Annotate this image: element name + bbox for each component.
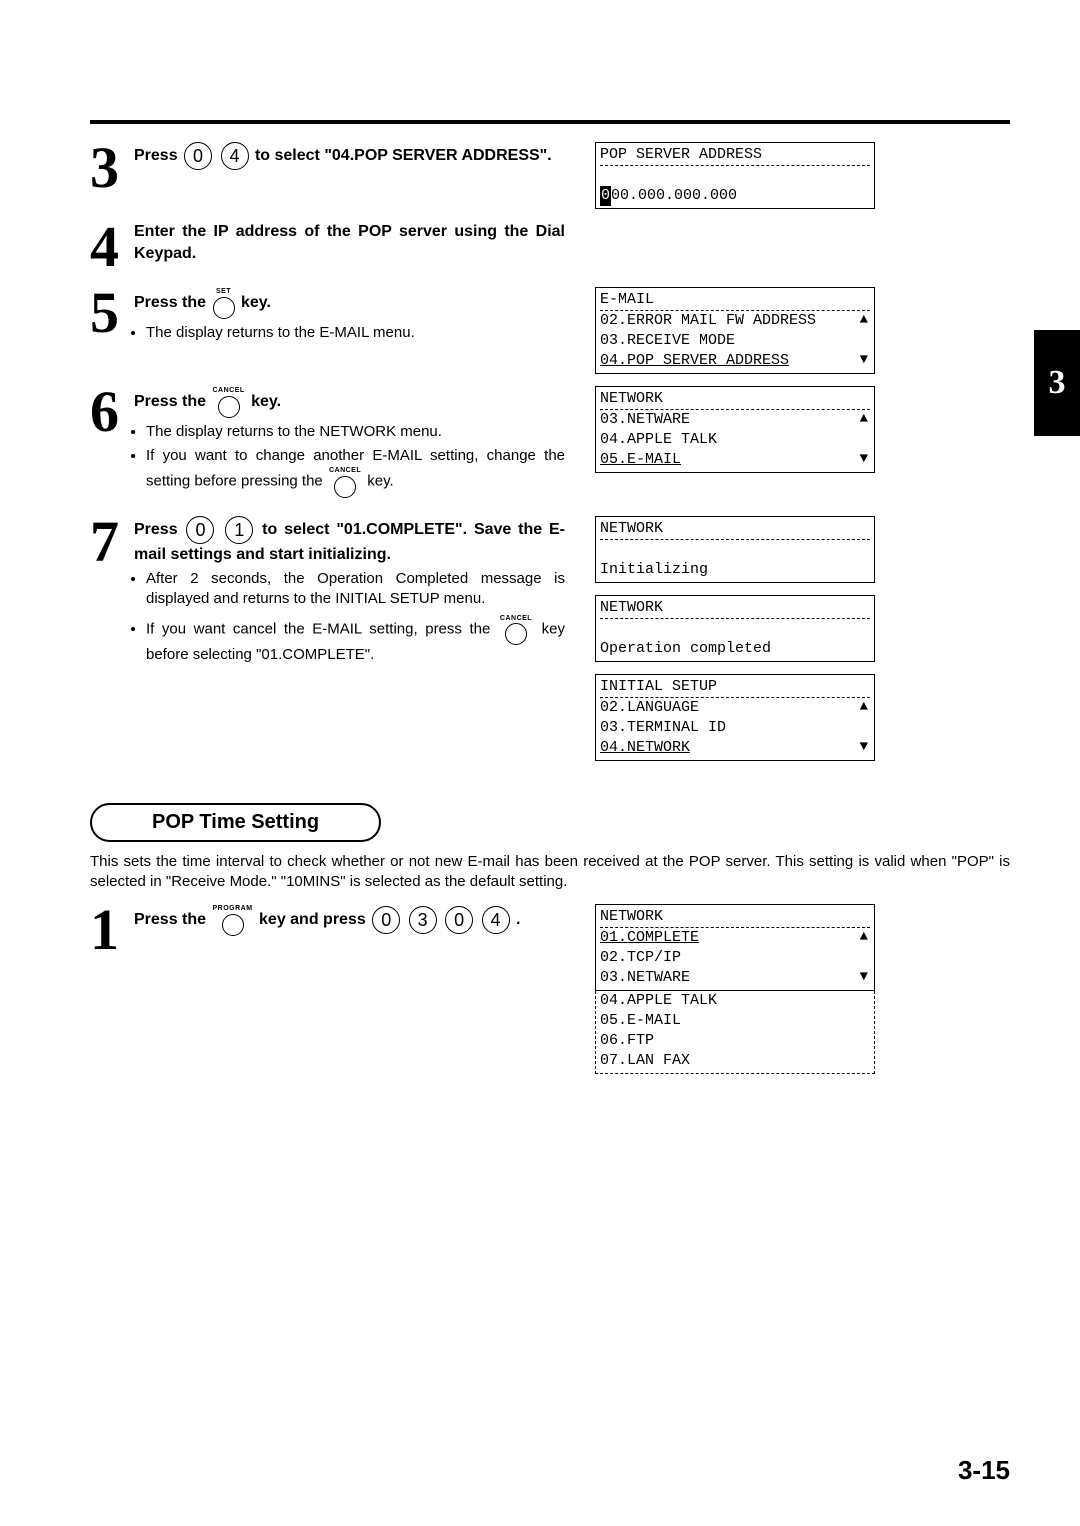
- lcd-network-list-extended: 04.APPLE TALK 05.E-MAIL 06.FTP 07.LAN FA…: [595, 991, 875, 1074]
- lcd-row: 06.FTP: [600, 1031, 870, 1051]
- key-3: 3: [409, 906, 437, 934]
- text: .: [516, 911, 520, 928]
- bullet: If you want cancel the E-MAIL setting, p…: [146, 614, 565, 666]
- lcd-email-menu: E-MAIL 02.ERROR MAIL FW ADDRESS 03.RECEI…: [595, 287, 875, 374]
- bullet: If you want to change another E-MAIL set…: [146, 446, 565, 498]
- lcd-row-selected: 01.COMPLETE: [600, 928, 870, 948]
- text: Press: [134, 147, 178, 164]
- lcd-row-selected: 05.E-MAIL: [600, 450, 870, 470]
- set-key-icon: SET: [213, 287, 235, 318]
- key-0: 0: [184, 142, 212, 170]
- text: Press the: [134, 911, 206, 928]
- key-4: 4: [482, 906, 510, 934]
- text: key and press: [259, 911, 366, 928]
- text: Press the: [134, 294, 206, 311]
- pop-time-step-1: 1 Press the PROGRAM key and press 0 3 0 …: [90, 904, 565, 956]
- text: key.: [251, 393, 281, 410]
- key-0: 0: [372, 906, 400, 934]
- step-4: 4 Enter the IP address of the POP server…: [90, 221, 565, 273]
- lcd-row: Initializing: [600, 560, 870, 580]
- cursor-digit: 0: [600, 186, 611, 206]
- step-number: 4: [90, 221, 134, 273]
- lcd-row-selected: 04.NETWORK: [600, 738, 870, 758]
- lcd-row: Operation completed: [600, 639, 870, 659]
- lcd-pop-server: POP SERVER ADDRESS 000.000.000.000: [595, 142, 875, 209]
- step-number: 6: [90, 386, 134, 438]
- lcd-row: 02.TCP/IP: [600, 948, 870, 968]
- bullet: The display returns to the E-MAIL menu.: [146, 323, 565, 343]
- lcd-row: 02.ERROR MAIL FW ADDRESS: [600, 311, 870, 331]
- cancel-key-icon: CANCEL: [329, 466, 361, 497]
- lcd-title: INITIAL SETUP: [600, 677, 870, 698]
- step-6: 6 Press the CANCEL key. The display retu…: [90, 386, 565, 501]
- manual-page: 3 3 Press 0 4 to select "04.POP SERVER A…: [0, 0, 1080, 1526]
- lcd-initial-setup: INITIAL SETUP 02.LANGUAGE 03.TERMINAL ID…: [595, 674, 875, 761]
- bullet: The display returns to the NETWORK menu.: [146, 422, 565, 442]
- ip-rest: 00.000.000.000: [611, 187, 737, 204]
- lcd-title: NETWORK: [600, 907, 870, 928]
- lcd-row: 07.LAN FAX: [600, 1051, 870, 1071]
- text: to select "04.POP SERVER ADDRESS".: [255, 147, 552, 164]
- text: key.: [241, 294, 271, 311]
- lcd-row: 03.TERMINAL ID: [600, 718, 870, 738]
- lcd-completed: NETWORK Operation completed: [595, 595, 875, 662]
- chapter-tab: 3: [1034, 330, 1080, 436]
- text: key.: [367, 473, 393, 490]
- lcd-row: 03.RECEIVE MODE: [600, 331, 870, 351]
- cancel-key-icon: CANCEL: [213, 386, 245, 417]
- text: If you want cancel the E-MAIL setting, p…: [146, 620, 490, 637]
- lcd-row: 03.NETWARE: [600, 968, 870, 988]
- key-4: 4: [221, 142, 249, 170]
- step-number: 5: [90, 287, 134, 339]
- lcd-title: E-MAIL: [600, 290, 870, 311]
- lcd-row: 02.LANGUAGE: [600, 698, 870, 718]
- lcd-title: NETWORK: [600, 389, 870, 410]
- program-key-icon: PROGRAM: [213, 904, 253, 935]
- lcd-title: NETWORK: [600, 598, 870, 619]
- lcd-network-list: NETWORK 01.COMPLETE 02.TCP/IP 03.NETWARE: [595, 904, 875, 991]
- key-1: 1: [225, 516, 253, 544]
- key-0: 0: [186, 516, 214, 544]
- key-0: 0: [445, 906, 473, 934]
- lcd-row: 04.APPLE TALK: [600, 991, 870, 1011]
- lcd-row: 05.E-MAIL: [600, 1011, 870, 1031]
- page-number: 3-15: [958, 1455, 1010, 1486]
- bullet: After 2 seconds, the Operation Completed…: [146, 569, 565, 610]
- lcd-title: NETWORK: [600, 519, 870, 540]
- lcd-initializing: NETWORK Initializing: [595, 516, 875, 583]
- step-number: 3: [90, 142, 134, 194]
- text: Press: [134, 521, 178, 538]
- lcd-row-selected: 04.POP SERVER ADDRESS: [600, 351, 870, 371]
- section-heading: POP Time Setting: [90, 803, 381, 842]
- lcd-title: POP SERVER ADDRESS: [600, 145, 870, 166]
- top-rule: [90, 120, 1010, 124]
- text: Enter the IP address of the POP server u…: [134, 223, 565, 262]
- cancel-key-icon: CANCEL: [500, 614, 532, 645]
- step-number: 1: [90, 904, 134, 956]
- section-intro: This sets the time interval to check whe…: [90, 852, 1010, 893]
- step-7: 7 Press 0 1 to select "01.COMPLETE". Sav…: [90, 516, 565, 670]
- lcd-network-menu: NETWORK 03.NETWARE 04.APPLE TALK 05.E-MA…: [595, 386, 875, 473]
- text: Press the: [134, 393, 206, 410]
- lcd-row: 04.APPLE TALK: [600, 430, 870, 450]
- section-heading-wrap: POP Time Setting: [90, 803, 1010, 842]
- lcd-row: 03.NETWARE: [600, 410, 870, 430]
- step-5: 5 Press the SET key. The display returns…: [90, 287, 565, 347]
- step-3: 3 Press 0 4 to select "04.POP SERVER ADD…: [90, 142, 565, 194]
- step-number: 7: [90, 516, 134, 568]
